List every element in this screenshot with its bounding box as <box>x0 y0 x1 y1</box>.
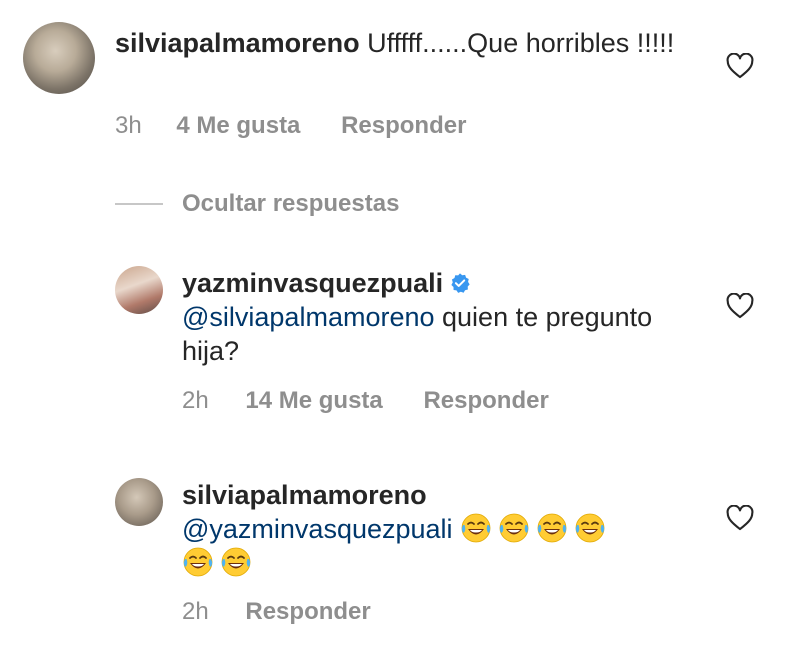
heart-outline-icon[interactable] <box>726 293 754 319</box>
comment-meta: 2h Responder <box>182 598 371 626</box>
verified-badge-icon <box>451 273 470 293</box>
comment-username[interactable]: silviapalmamoreno <box>115 28 360 58</box>
comment-body: silviapalmamoreno @yazminvasquezpuali <box>182 478 702 580</box>
hide-replies-button[interactable]: Ocultar respuestas <box>182 190 399 218</box>
face-with-tears-of-joy-icon <box>575 513 605 543</box>
face-with-tears-of-joy-icon <box>461 513 491 543</box>
heart-outline-icon[interactable] <box>726 53 754 79</box>
face-with-tears-of-joy-icon <box>221 547 251 577</box>
likes-count[interactable]: 14 Me gusta <box>245 387 382 414</box>
likes-count[interactable]: 4 Me gusta <box>176 112 300 139</box>
mention-link[interactable]: @silviapalmamoreno <box>182 302 435 332</box>
reply-button[interactable]: Responder <box>245 598 370 625</box>
divider <box>115 203 163 205</box>
comment-meta: 2h 14 Me gusta Responder <box>182 387 549 415</box>
reply-button[interactable]: Responder <box>341 112 466 139</box>
comment-username[interactable]: silviapalmamoreno <box>182 480 427 510</box>
comment-body: yazminvasquezpuali @silviapalmamoreno qu… <box>182 266 702 368</box>
comment-time: 2h <box>182 598 209 625</box>
comment-body: silviapalmamoreno Ufffff......Que horrib… <box>115 26 675 60</box>
comment-meta: 3h 4 Me gusta Responder <box>115 112 466 140</box>
reply-button[interactable]: Responder <box>423 387 548 414</box>
face-with-tears-of-joy-icon <box>537 513 567 543</box>
comment-time: 3h <box>115 112 142 139</box>
comment-username[interactable]: yazminvasquezpuali <box>182 268 443 298</box>
face-with-tears-of-joy-icon <box>183 547 213 577</box>
heart-outline-icon[interactable] <box>726 505 754 531</box>
avatar[interactable] <box>115 478 163 526</box>
comment-text: Ufffff......Que horribles !!!!! <box>359 28 675 58</box>
face-with-tears-of-joy-icon <box>499 513 529 543</box>
avatar[interactable] <box>115 266 163 314</box>
comment-time: 2h <box>182 387 209 414</box>
avatar[interactable] <box>23 22 95 94</box>
mention-link[interactable]: @yazminvasquezpuali <box>182 514 453 544</box>
